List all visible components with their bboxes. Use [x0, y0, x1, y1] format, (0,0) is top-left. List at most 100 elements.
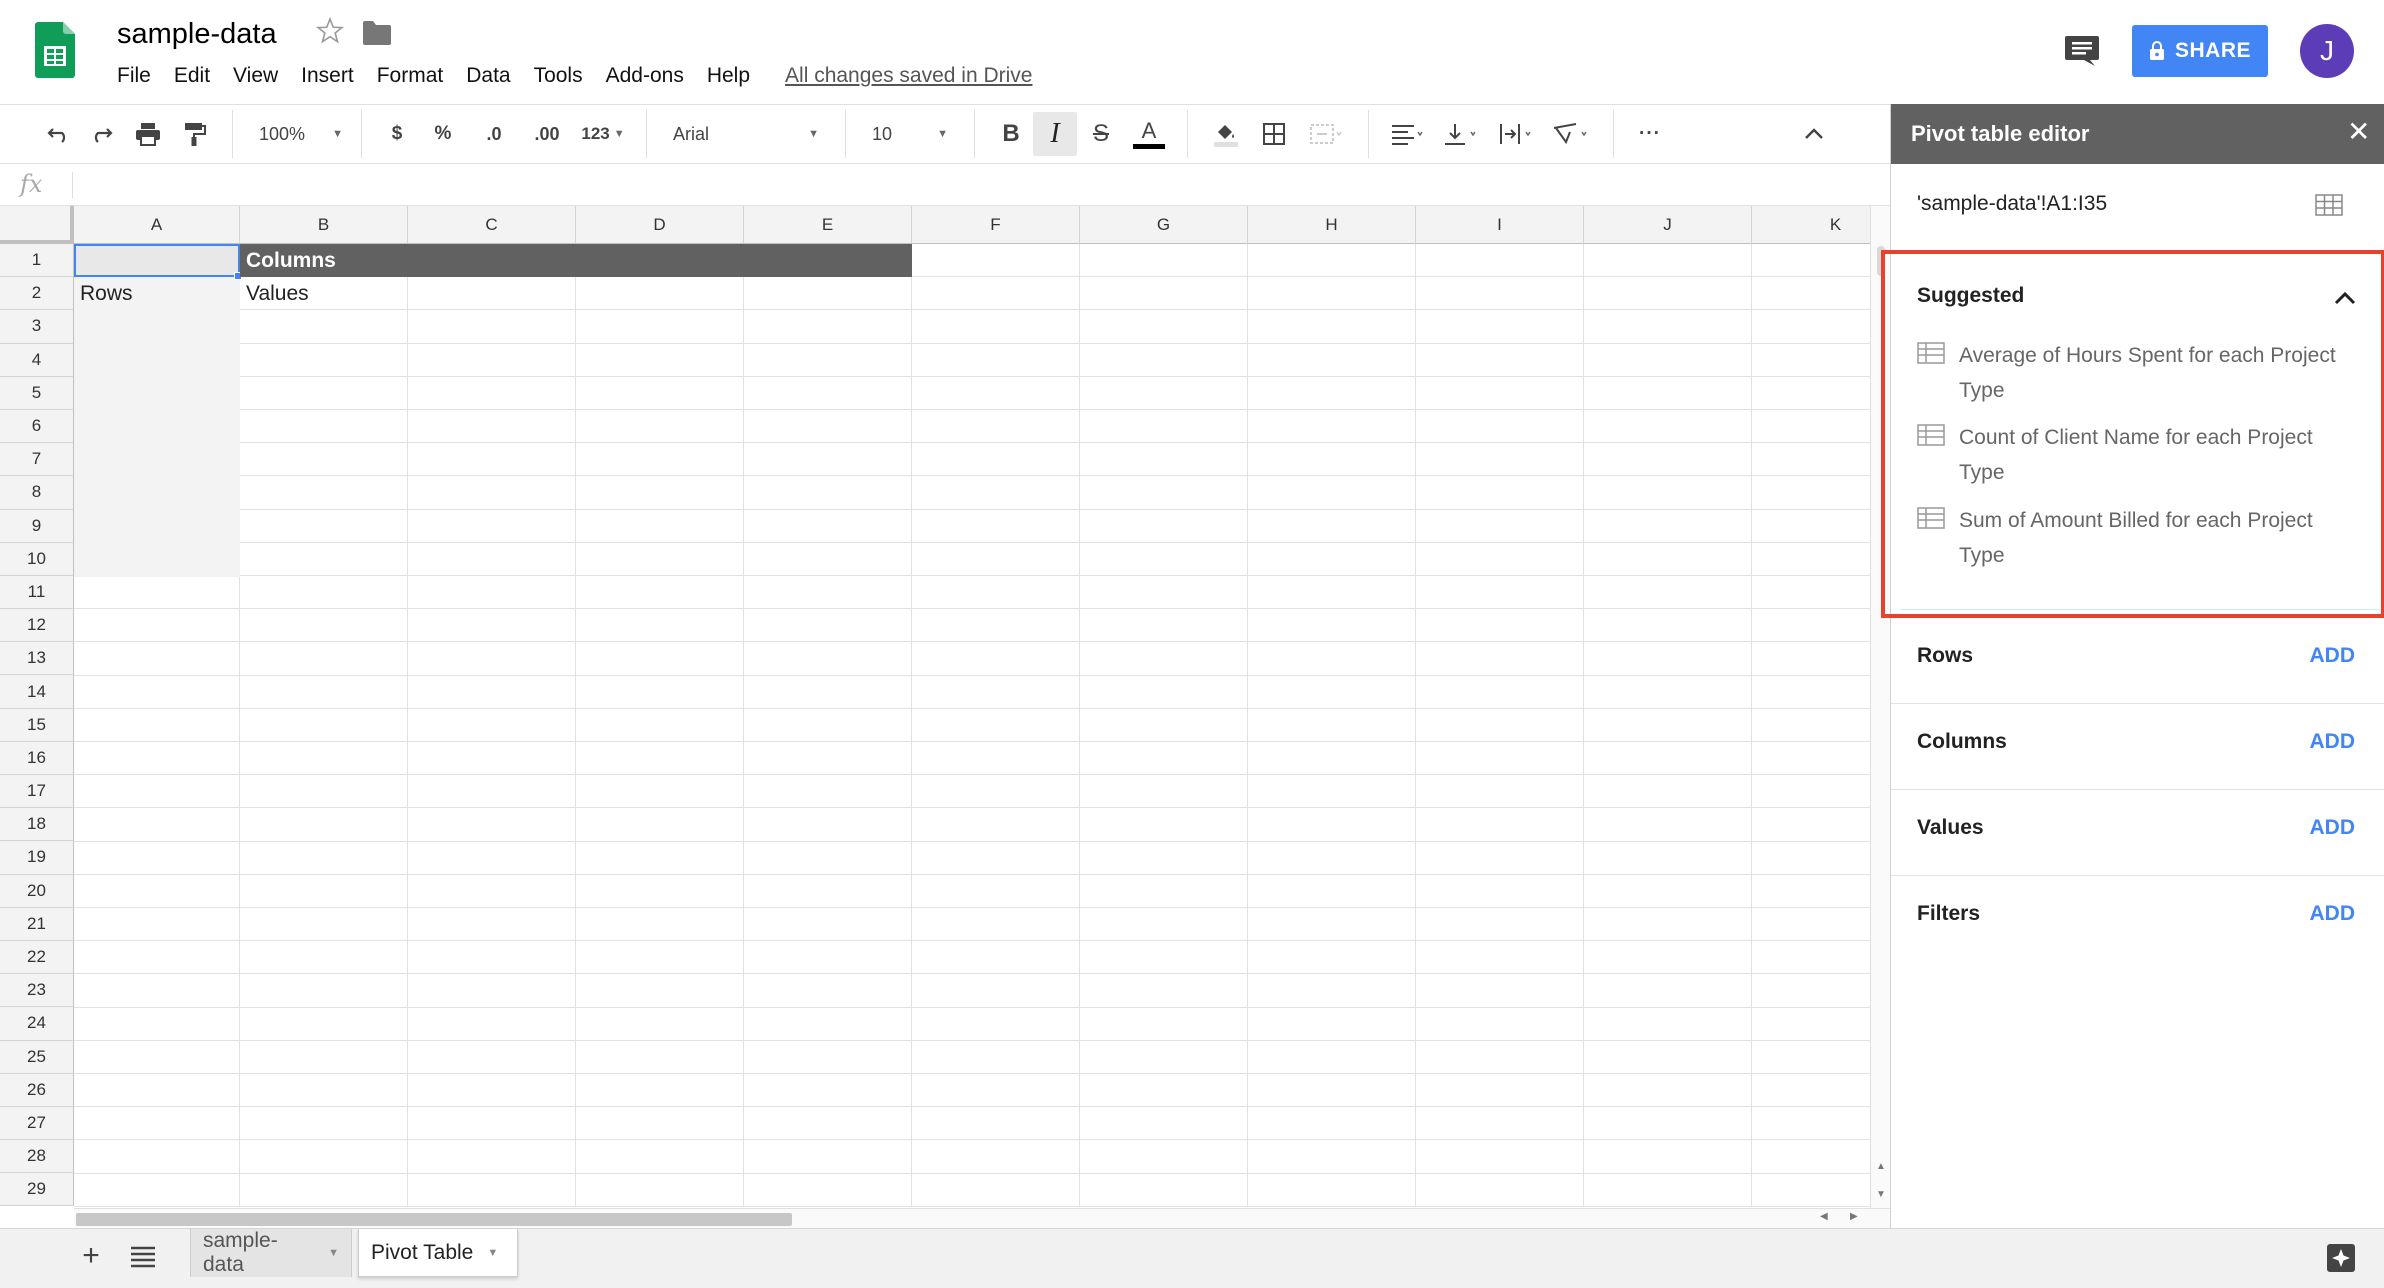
suggestion-item[interactable]: Sum of Amount Billed for each Project Ty… [1917, 503, 2357, 573]
share-button[interactable]: SHARE [2132, 25, 2268, 77]
font-size-select[interactable]: 10 ▼ [860, 112, 960, 156]
menu-add-ons[interactable]: Add-ons [606, 60, 684, 92]
select-all-corner[interactable] [0, 206, 74, 244]
print-icon[interactable] [124, 112, 172, 156]
suggestion-item[interactable]: Count of Client Name for each Project Ty… [1917, 420, 2357, 490]
star-icon[interactable] [315, 16, 345, 46]
row-header-4[interactable]: 4 [0, 343, 74, 377]
document-title[interactable]: sample-data [117, 14, 277, 54]
menu-edit[interactable]: Edit [174, 60, 210, 92]
data-range-field[interactable]: 'sample-data'!A1:I35 [1917, 192, 2107, 216]
column-header-b[interactable]: B [240, 206, 408, 244]
column-header-j[interactable]: J [1584, 206, 1752, 244]
row-header-7[interactable]: 7 [0, 443, 74, 477]
row-header-2[interactable]: 2 [0, 277, 74, 311]
row-header-26[interactable]: 26 [0, 1073, 74, 1107]
suggestion-item[interactable]: Average of Hours Spent for each Project … [1917, 338, 2357, 408]
scroll-up-icon[interactable]: ▲ [1871, 1156, 1891, 1176]
more-options-icon[interactable]: ··· [1628, 112, 1672, 156]
scroll-right-icon[interactable]: ▶ [1850, 1211, 1858, 1222]
chevron-down-icon[interactable]: ▼ [328, 1247, 339, 1259]
selected-cell-a1[interactable] [74, 244, 240, 277]
menu-format[interactable]: Format [377, 60, 444, 92]
undo-icon[interactable] [40, 112, 78, 156]
add-sheet-button[interactable]: + [76, 1239, 106, 1273]
menu-tools[interactable]: Tools [534, 60, 583, 92]
text-wrapping-icon[interactable] [1489, 112, 1543, 156]
row-header-17[interactable]: 17 [0, 775, 74, 809]
row-header-16[interactable]: 16 [0, 741, 74, 775]
row-header-9[interactable]: 9 [0, 509, 74, 543]
italic-button[interactable]: I [1033, 112, 1077, 156]
row-header-25[interactable]: 25 [0, 1040, 74, 1074]
row-header-3[interactable]: 3 [0, 310, 74, 344]
row-header-18[interactable]: 18 [0, 808, 74, 842]
sheet-tab-pivot-table[interactable]: Pivot Table ▼ [358, 1229, 518, 1277]
row-header-14[interactable]: 14 [0, 675, 74, 709]
row-header-23[interactable]: 23 [0, 974, 74, 1008]
scroll-left-icon[interactable]: ◀ [1820, 1211, 1828, 1222]
paint-format-icon[interactable] [172, 112, 218, 156]
row-header-27[interactable]: 27 [0, 1106, 74, 1141]
formula-input[interactable] [82, 168, 1862, 202]
menu-insert[interactable]: Insert [301, 60, 354, 92]
zoom-select[interactable]: 100% ▼ [247, 112, 347, 156]
row-header-1[interactable]: 1 [0, 244, 74, 278]
fill-color-icon[interactable] [1202, 112, 1250, 156]
percent-format-button[interactable]: % [418, 112, 468, 156]
column-header-e[interactable]: E [744, 206, 912, 244]
row-header-29[interactable]: 29 [0, 1173, 74, 1207]
redo-icon[interactable] [78, 112, 124, 156]
row-header-22[interactable]: 22 [0, 940, 74, 975]
horizontal-scroll-thumb[interactable] [76, 1213, 792, 1226]
scroll-down-icon[interactable]: ▼ [1871, 1184, 1891, 1204]
sheet-tab-sample-data[interactable]: sample-data ▼ [190, 1229, 352, 1277]
increase-decimal-button[interactable]: .00 [520, 112, 574, 156]
row-header-5[interactable]: 5 [0, 376, 74, 410]
folder-icon[interactable] [362, 20, 392, 46]
column-header-c[interactable]: C [408, 206, 576, 244]
currency-format-button[interactable]: $ [376, 112, 418, 156]
column-header-d[interactable]: D [576, 206, 744, 244]
row-header-28[interactable]: 28 [0, 1140, 74, 1174]
text-rotation-icon[interactable] [1543, 112, 1599, 156]
add-rows-button[interactable]: ADD [2310, 644, 2356, 668]
column-header-i[interactable]: I [1416, 206, 1584, 244]
row-header-10[interactable]: 10 [0, 542, 74, 576]
column-header-a[interactable]: A [74, 206, 240, 244]
select-range-grid-icon[interactable] [2315, 194, 2343, 216]
borders-icon[interactable] [1250, 112, 1298, 156]
row-header-6[interactable]: 6 [0, 409, 74, 444]
row-header-11[interactable]: 11 [0, 575, 74, 610]
comments-icon[interactable] [2064, 34, 2100, 68]
font-family-select[interactable]: Arial ▼ [661, 112, 831, 156]
column-header-k[interactable]: K [1752, 206, 1870, 244]
row-header-19[interactable]: 19 [0, 841, 74, 875]
row-header-24[interactable]: 24 [0, 1007, 74, 1041]
row-header-13[interactable]: 13 [0, 642, 74, 676]
vertical-align-icon[interactable] [1433, 112, 1489, 156]
chevron-up-icon[interactable] [2333, 290, 2357, 306]
row-header-21[interactable]: 21 [0, 907, 74, 941]
horizontal-align-icon[interactable] [1383, 112, 1433, 156]
menu-data[interactable]: Data [466, 60, 510, 92]
merge-cells-icon[interactable] [1298, 112, 1354, 156]
add-filters-button[interactable]: ADD [2310, 902, 2356, 926]
strikethrough-button[interactable]: S [1077, 112, 1125, 156]
text-color-button[interactable]: A [1125, 112, 1173, 156]
more-formats-button[interactable]: 123 ▼ [574, 112, 632, 156]
menu-file[interactable]: File [117, 60, 151, 92]
sheets-logo-icon[interactable] [35, 22, 75, 78]
bold-button[interactable]: B [989, 112, 1033, 156]
collapse-toolbar-icon[interactable] [1792, 112, 1836, 156]
row-header-20[interactable]: 20 [0, 874, 74, 908]
chevron-down-icon[interactable]: ▼ [487, 1247, 498, 1259]
horizontal-scrollbar[interactable]: ◀ ▶ [74, 1208, 1890, 1228]
row-header-12[interactable]: 12 [0, 609, 74, 643]
avatar[interactable]: J [2300, 24, 2354, 78]
explore-icon[interactable] [2326, 1243, 2356, 1273]
column-header-h[interactable]: H [1248, 206, 1416, 244]
save-status-link[interactable]: All changes saved in Drive [785, 64, 1032, 88]
menu-view[interactable]: View [233, 60, 278, 92]
add-values-button[interactable]: ADD [2310, 816, 2356, 840]
